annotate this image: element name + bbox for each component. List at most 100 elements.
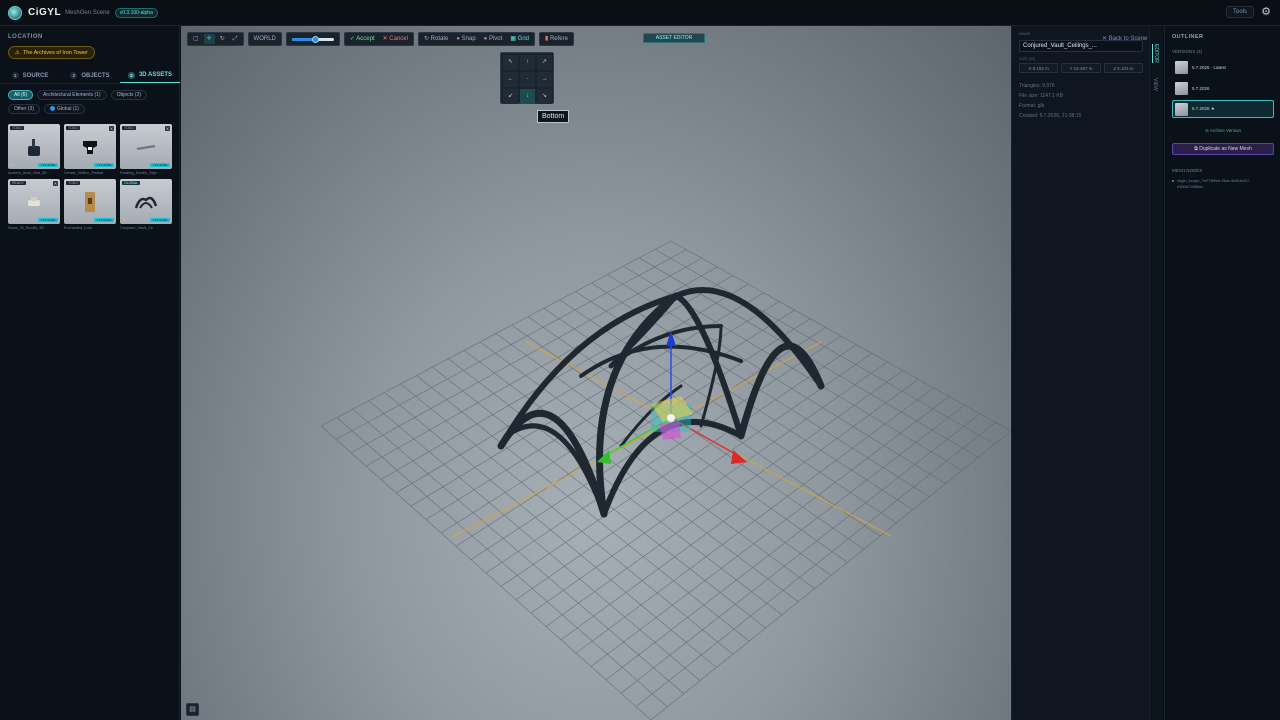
version-item[interactable]: 5.7.2026 · Latest — [1172, 58, 1274, 76]
archive-version-button[interactable]: ⊘ Archive Version — [1172, 125, 1274, 136]
asset-card[interactable]: READY ✕ 1 IN LEVEL Stack_Of_Scrolls_3D — [8, 179, 60, 231]
close-icon[interactable]: ✕ — [109, 126, 114, 131]
dim-x-field[interactable]: X 8.102 m — [1019, 63, 1059, 73]
nav-center-button[interactable]: · — [520, 72, 535, 87]
asset-name: Ancient_Anvil_Stat_3D — [8, 171, 47, 175]
move-tool-icon[interactable]: ✛ — [203, 34, 215, 44]
versions-label: VERSIONS (3) — [1172, 49, 1203, 54]
asset-editor-badge: ASSET EDITOR — [643, 33, 705, 43]
version-label: 5.7.2026 — [1192, 85, 1210, 91]
confirm-group: ✓ Accept ✕ Cancel — [343, 32, 414, 46]
gear-icon[interactable]: ⚙ — [1260, 6, 1272, 18]
level-badge: 1 IN LEVEL — [38, 218, 58, 222]
asset-thumbnail: TODO ⚠ 1 IN LEVEL — [8, 124, 60, 169]
pivot-button[interactable]: ● Pivot — [481, 34, 506, 44]
asset-name: Conjured_Vault_Ce — [120, 226, 153, 230]
dim-y-field[interactable]: Y 15.487 m — [1061, 63, 1101, 73]
filter-global[interactable]: Global (1) — [44, 104, 85, 114]
grid-button[interactable]: ▦ Grid — [507, 34, 532, 44]
reference-button[interactable]: ▮ Refere — [542, 34, 571, 44]
nav-right-button[interactable]: → — [537, 72, 552, 87]
asset-thumbnail: READY ✕ 1 IN LEVEL — [8, 179, 60, 224]
tools-button[interactable]: Tools — [1225, 6, 1254, 18]
nav-down-left-button[interactable]: ↙ — [503, 89, 518, 104]
transform-mode-group: ▢ ✛ ↻ ⤢ — [187, 32, 244, 46]
location-value: The Archives of Iron Tower — [22, 49, 88, 56]
location-pill[interactable]: ⚠ The Archives of Iron Tower — [8, 46, 95, 59]
slider-knob[interactable] — [311, 35, 319, 43]
brand-name: CiGYL — [28, 7, 62, 18]
speed-slider[interactable] — [289, 34, 337, 44]
warning-icon: ⚠ — [15, 49, 20, 56]
accept-button[interactable]: ✓ Accept — [347, 34, 378, 44]
version-item[interactable]: 5.7.2026 — [1172, 79, 1274, 97]
asset-card[interactable]: TODO ✕ 1 IN LEVEL Ornate_Hellion_Pedest — [64, 124, 116, 176]
tab-source[interactable]: 1 SOURCE — [0, 68, 60, 83]
file-format: Format: glb — [1019, 103, 1045, 109]
outliner-title: OUTLINER — [1172, 34, 1204, 40]
asset-card[interactable]: TODO 1 IN LEVEL Enchanted_Lock — [64, 179, 116, 231]
nav-up-left-button[interactable]: ↖ — [503, 55, 518, 70]
3d-viewport[interactable]: ▢ ✛ ↻ ⤢ WORLD ✓ Accept ✕ Cancel ↻ Rotate… — [181, 26, 1011, 720]
camera-nav-pad: ↖ ↑ ↗ ← · → ↙ ↓ ↘ — [500, 52, 554, 104]
transform-gizmo[interactable] — [597, 331, 747, 464]
snap-button[interactable]: ● Snap — [453, 34, 478, 44]
console-icon[interactable]: ▤ — [186, 703, 199, 716]
status-tag: GLOBAL — [122, 181, 141, 185]
close-icon[interactable]: ✕ — [53, 181, 58, 186]
mesh-node-item[interactable]: virgin_scope_7e27fb0ee-f3ae-4bf8-bd27-e3… — [1172, 178, 1276, 190]
nav-up-button[interactable]: ↑ — [520, 55, 535, 70]
filter-architectural[interactable]: Architectural Elements (1) — [37, 90, 107, 100]
dim-z-field[interactable]: Z 5.103 m — [1103, 63, 1143, 73]
version-thumbnail — [1175, 81, 1188, 95]
nav-tooltip: Bottom — [537, 110, 570, 123]
properties-panel: NAME ✕ Back to Scene Conjured_Vault_Ceil… — [1011, 26, 1149, 720]
rotate-button[interactable]: ↻ Rotate — [421, 34, 451, 44]
select-tool-icon[interactable]: ▢ — [190, 34, 202, 44]
rotate-tool-icon[interactable]: ↻ — [217, 34, 228, 44]
tab-editor[interactable]: EDITOR — [1152, 44, 1159, 63]
nav-down-right-button[interactable]: ↘ — [537, 89, 552, 104]
file-size: File size: 1147.1 KB — [1019, 93, 1064, 99]
asset-thumbnail: GLOBAL ⚠ 1 IN LEVEL — [120, 179, 172, 224]
asset-card[interactable]: TODO ⚠ 1 IN LEVEL Ancient_Anvil_Stat_3D — [8, 124, 60, 176]
cancel-button[interactable]: ✕ Cancel — [380, 34, 411, 44]
asset-card[interactable]: TODO ✕ 1 IN LEVEL Floating_Scrolls_Sign — [120, 124, 172, 176]
pivot-icon: ● — [483, 36, 488, 42]
nav-left-button[interactable]: ← — [503, 72, 518, 87]
anvil-icon — [28, 138, 40, 156]
scene-canvas[interactable] — [181, 26, 1011, 720]
reference-label: Refere — [549, 36, 568, 42]
version-item-selected[interactable]: 5.7.2026 ★ — [1172, 100, 1274, 118]
tab-label: OBJECTS — [81, 72, 110, 79]
version-label: 5.7.2026 · Latest — [1192, 64, 1226, 70]
left-panel: LOCATION ⚠ The Archives of Iron Tower 1S… — [0, 26, 180, 720]
reference-group: ▮ Refere — [538, 32, 574, 46]
gizmo-x-arrow[interactable] — [731, 450, 747, 464]
nav-up-right-button[interactable]: ↗ — [537, 55, 552, 70]
version-thumbnail — [1175, 60, 1188, 74]
asset-card[interactable]: GLOBAL ⚠ 1 IN LEVEL Conjured_Vault_Ce — [120, 179, 172, 231]
duplicate-mesh-button[interactable]: ⧉ Duplicate as New Mesh — [1172, 143, 1274, 155]
tab-3d-assets[interactable]: 3 3D ASSETS — [120, 68, 180, 83]
space-toggle[interactable]: WORLD — [247, 32, 282, 46]
nav-bottom-button[interactable]: ↓ — [520, 89, 535, 104]
outliner-panel: OUTLINER VERSIONS (3) 5.7.2026 · Latest … — [1164, 26, 1280, 720]
filter-objects[interactable]: Objects (2) — [110, 90, 148, 100]
close-icon[interactable]: ✕ — [165, 126, 170, 131]
version-thumbnail — [1175, 102, 1188, 116]
tab-view[interactable]: VIEW — [1152, 78, 1158, 91]
asset-name-field[interactable]: Conjured_Vault_Ceilings_... — [1019, 40, 1143, 52]
asset-name: Floating_Scrolls_Sign — [120, 171, 157, 175]
filter-other[interactable]: Other (3) — [8, 104, 41, 114]
filter-all[interactable]: All (6) — [8, 90, 34, 100]
warning-icon: ⚠ — [122, 217, 126, 222]
world-space-button[interactable]: WORLD — [251, 34, 279, 44]
globe-icon — [50, 106, 56, 112]
scale-tool-icon[interactable]: ⤢ — [230, 34, 241, 44]
tab-objects[interactable]: 2 OBJECTS — [60, 68, 120, 83]
slider-track — [291, 35, 334, 43]
asset-name: Stack_Of_Scrolls_3D — [8, 226, 45, 230]
status-tag: READY — [10, 181, 27, 185]
asset-metadata: Triangles: 9,976 File size: 1147.1 KB Fo… — [1019, 81, 1081, 121]
